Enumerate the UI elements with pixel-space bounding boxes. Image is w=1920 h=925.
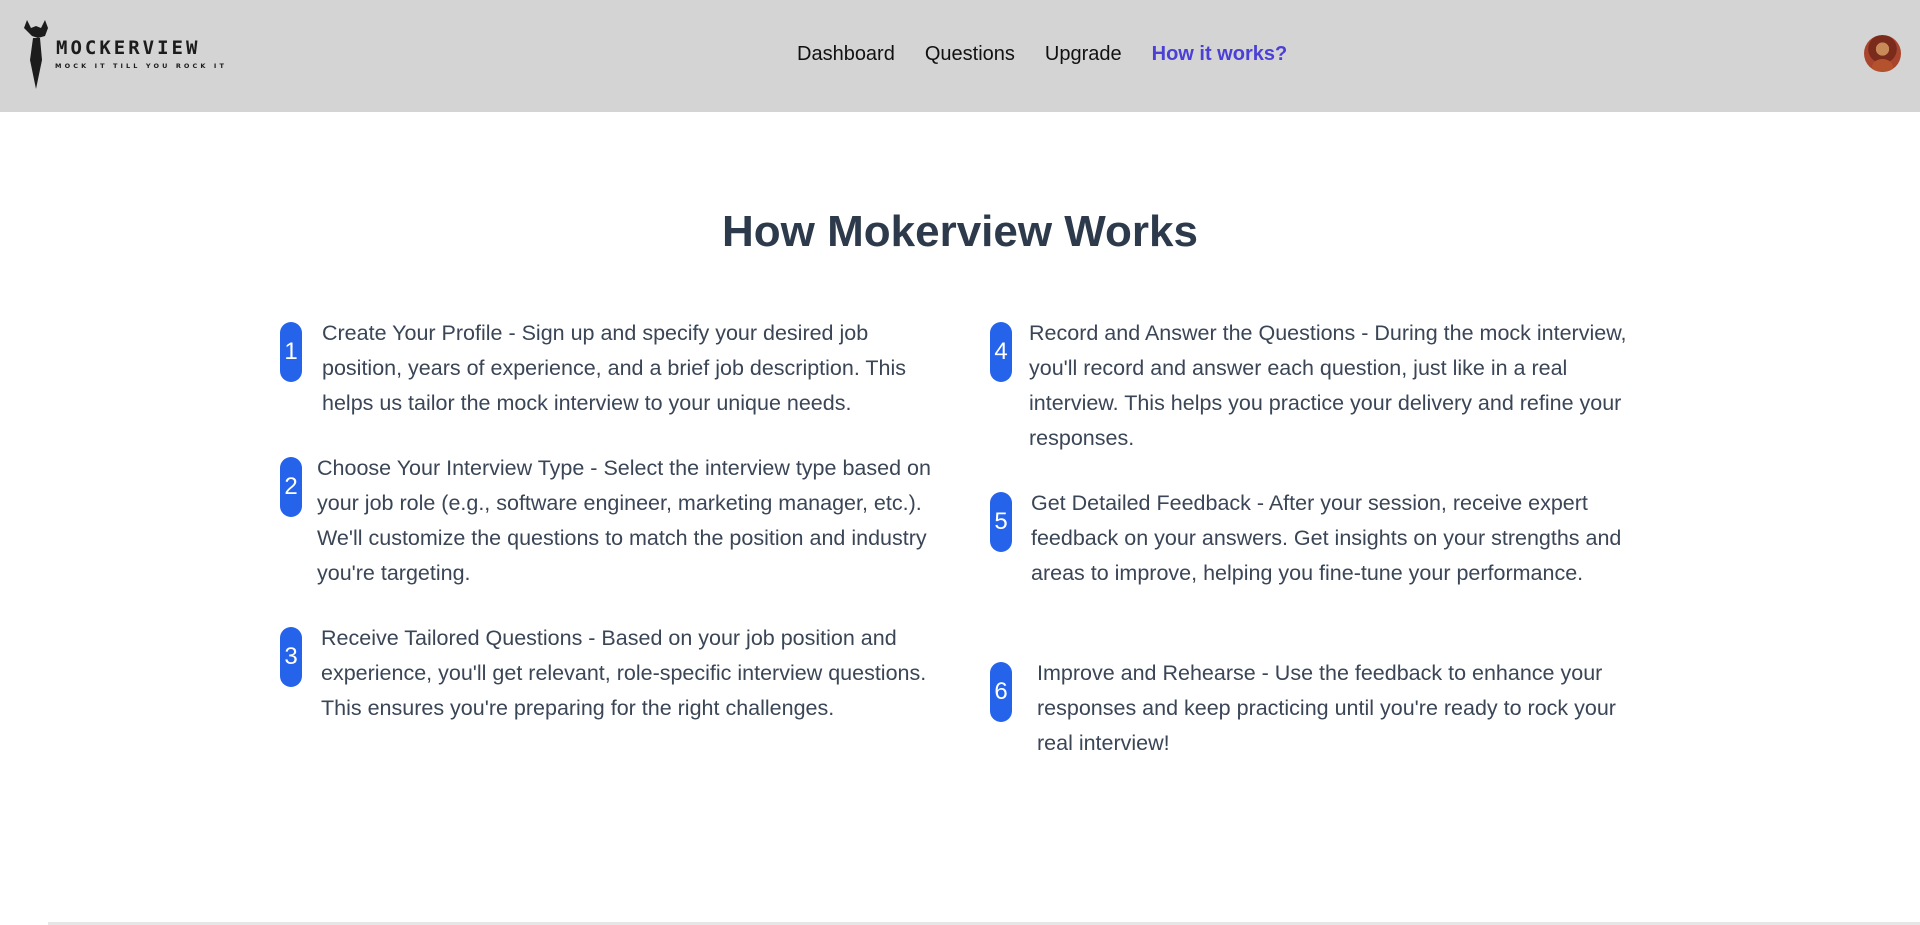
step-number-badge: 1: [280, 322, 302, 382]
step-item: 5 Get Detailed Feedback - After your ses…: [990, 491, 1650, 591]
step-description: Record and Answer the Questions - During…: [1029, 321, 1627, 450]
step-item: 2 Choose Your Interview Type - Select th…: [280, 456, 940, 591]
step-item: 4 Record and Answer the Questions - Duri…: [990, 321, 1650, 456]
step-description: Create Your Profile - Sign up and specif…: [322, 321, 907, 415]
step-number-badge: 2: [280, 457, 302, 517]
step-description: Improve and Rehearse - Use the feedback …: [1037, 661, 1616, 755]
step-description: Receive Tailored Questions - Based on yo…: [321, 626, 927, 720]
step-number-badge: 3: [280, 627, 302, 687]
step-item: 3 Receive Tailored Questions - Based on …: [280, 626, 940, 726]
step-number-badge: 5: [990, 492, 1012, 552]
step-item: 1 Create Your Profile - Sign up and spec…: [280, 321, 940, 421]
step-item: 6 Improve and Rehearse - Use the feedbac…: [990, 661, 1650, 761]
step-number-badge: 6: [990, 662, 1012, 722]
step-description: Get Detailed Feedback - After your sessi…: [1031, 491, 1622, 585]
steps-section: 1 Create Your Profile - Sign up and spec…: [0, 0, 1920, 925]
step-number-badge: 4: [990, 322, 1012, 382]
step-description: Choose Your Interview Type - Select the …: [317, 456, 931, 585]
